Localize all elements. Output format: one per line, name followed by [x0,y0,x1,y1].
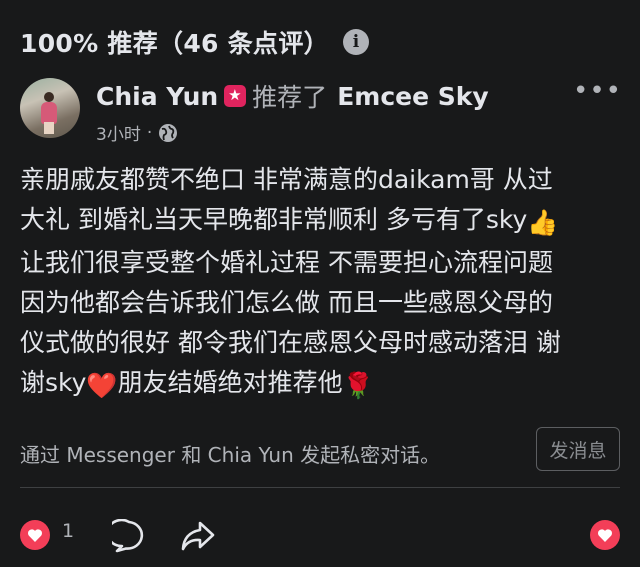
love-reaction-icon[interactable] [20,520,50,550]
globe-icon [159,123,178,142]
reaction-count[interactable]: 1 [62,520,74,542]
more-options-icon[interactable]: ••• [573,76,622,106]
author-name[interactable]: Chia Yun [96,82,218,111]
thumbs-up-icon: 👍 [527,208,559,237]
reviews-title: 100% 推荐（46 条点评） [20,29,329,58]
recommend-label: 推荐了 [252,83,328,112]
post-time[interactable]: 3小时 [96,120,141,145]
post-line: 谢sky❤️朋友结婚绝对推荐他🌹 [20,363,625,406]
send-message-button[interactable]: 发消息 [536,427,620,471]
post-line: 让我们很享受整个婚礼过程 不需要担心流程问题 [20,248,553,277]
messenger-bar: 通过 Messenger 和 Chia Yun 发起私密对话。 发消息 [20,427,620,473]
post-meta: 3小时 · [96,120,178,145]
post-header: Chia Yun 推荐了 Emcee Sky ••• 3小时 · [20,76,622,146]
red-heart-icon: ❤️ [86,371,118,400]
action-bar: 1 [20,516,620,556]
post-line: 仪式做的很好 都令我们在感恩父母时感动落泪 谢 [20,328,561,357]
post-line: 大礼 到婚礼当天早晚都非常顺利 多亏有了sky👍 [20,200,625,243]
page-name[interactable]: Emcee Sky [337,82,489,111]
recommend-icon [224,85,247,107]
post-body: 亲朋戚友都赞不绝口 非常满意的daikam哥 从过 大礼 到婚礼当天早晚都非常顺… [20,160,625,406]
rose-icon: 🌹 [342,371,374,400]
share-icon[interactable] [180,519,216,553]
messenger-prompt: 通过 Messenger 和 Chia Yun 发起私密对话。 [20,443,441,467]
info-icon[interactable]: i [342,29,369,55]
post-title-line: Chia Yun 推荐了 Emcee Sky [96,78,489,114]
love-reaction-icon[interactable] [590,520,620,550]
post-line: 亲朋戚友都赞不绝口 非常满意的daikam哥 从过 [20,165,553,194]
avatar[interactable] [20,78,80,138]
meta-separator: · [146,122,153,143]
post-line: 因为他都会告诉我们怎么做 而且一些感恩父母的 [20,288,553,317]
reviews-header: 100% 推荐（46 条点评） i [20,24,620,60]
comment-icon[interactable] [112,519,146,553]
divider [20,487,620,488]
